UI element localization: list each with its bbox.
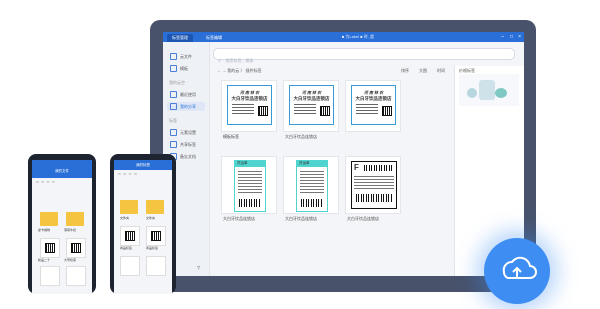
phone-right-item: 商品标签 [120,246,133,250]
sidebar-item-my-share[interactable]: 我的分享 [167,102,205,111]
express-label-preview: F [351,161,397,209]
sidebar-item-recent[interactable]: 最近使用 [167,90,205,99]
label-lines [356,104,378,116]
folder-icon[interactable] [120,200,138,214]
phone-left-screen: 我的文件 ▭ ▭ ▭ ▭ 摩卡咖啡 薄荷牛奶 新品二十 大号奶茶 [32,160,92,294]
phone-left-item: 新品二十 [38,258,51,262]
barcode [301,199,323,207]
share-icon [170,103,177,111]
breadcrumb: ← → 我的云 〉 插件标签 [217,68,262,73]
sort-button[interactable]: 排序 [401,68,409,74]
label-thumb[interactable] [146,256,166,276]
template-icon [170,65,177,73]
phone-left: 我的文件 ▭ ▭ ▭ ▭ 摩卡咖啡 薄荷牛奶 新品二十 大号奶茶 [28,154,96,294]
folder-icon[interactable] [146,200,164,214]
maximize-icon[interactable]: □ [510,33,513,41]
label-thumb[interactable] [40,266,60,286]
desktop-app-window: 标签管理 标签编辑 ■ 为Label ■ 时, 超 – □ × ⚲ 搜索标签、模… [163,32,524,276]
phone-left-item: 摩卡咖啡 [38,228,51,232]
sidebar-item-cloud[interactable]: 云文件 [167,52,205,61]
phone-left-header: 我的文件 [32,160,92,178]
cloud-icon [502,256,537,279]
label-thumb[interactable] [120,256,140,276]
barcode [239,199,261,207]
label-card[interactable]: 河 南 林 农 大白牙饮品连锁店 [221,80,277,132]
label-thumb[interactable] [120,226,140,246]
label-card-name: 大白牙饮品连锁店 [347,216,379,221]
time-button[interactable]: 时间 [437,68,445,74]
cloud-sync-badge [484,238,550,304]
shared-icon [170,141,177,149]
sidebar-section-cloud: 我的云空 [169,80,185,85]
label-printer-preview [459,74,519,106]
phone-left-tabs[interactable]: ▭ ▭ ▭ ▭ [36,180,88,186]
label-card-name: 大白牙饮品连锁店 [223,216,255,221]
label-thumb[interactable] [146,226,166,246]
window-title: ■ 为Label ■ 时, 超 [341,34,374,39]
label-thumb[interactable] [40,238,60,258]
phone-right-header: 我的标签 [114,160,172,170]
search-input[interactable]: ⚲ 搜索标签、模板 [213,48,515,63]
label-card-name: 大白牙饮品连锁店 [285,134,317,139]
label-card[interactable]: 河 南 林 农 大白牙饮品连锁店 [283,80,339,132]
barcode [356,194,392,202]
label-card[interactable]: F [345,156,401,214]
search-placeholder: 搜索标签、模板 [225,58,254,63]
help-icon[interactable]: ? [197,266,200,272]
element-icon [170,129,177,137]
view-button[interactable]: 大图 [419,68,427,74]
qr-code [382,106,392,116]
sidebar-item-elements[interactable]: 元素设置 [167,128,205,137]
label-preview: 河 南 林 农 大白牙饮品连锁店 [227,85,272,125]
tab-label-editor[interactable]: 标签编辑 [201,34,227,42]
shipping-label-preview: 货运单 [234,160,266,212]
back-arrow-icon[interactable]: ← → [217,68,227,73]
sidebar-section-label: 标签 [169,118,177,123]
label-card[interactable]: 货运单 [283,156,339,214]
qr-code [258,106,268,116]
label-card[interactable]: 河 南 林 农 大白牙饮品连锁店 [345,80,401,132]
label-preview: 河 南 林 农 大白牙饮品连锁店 [289,85,334,125]
search-icon: ⚲ [218,58,221,63]
phone-right-tabs[interactable]: ▭ ▭ ▭ ▭ [118,172,168,178]
label-card[interactable]: 货运单 [221,156,277,214]
phone-left-item: 大号奶茶 [64,258,77,262]
phone-right-item: 文件夹 [146,216,156,220]
label-preview: 河 南 林 农 大白牙饮品连锁店 [351,85,396,125]
folder-icon[interactable] [66,212,84,226]
qr-code [320,106,330,116]
label-thumb[interactable] [66,266,86,286]
label-lines [232,104,254,116]
title-bar: 标签管理 标签编辑 ■ 为Label ■ 时, 超 – □ × [163,32,524,42]
label-card-name: 模板标签 [223,134,239,139]
shipping-label-preview: 货运单 [296,160,328,212]
folder-icon [170,53,177,61]
close-icon[interactable]: × [518,33,521,41]
folder-icon[interactable] [40,212,58,226]
minimize-icon[interactable]: – [501,33,504,41]
label-thumb[interactable] [66,238,86,258]
phone-right: 我的标签 ▭ ▭ ▭ ▭ 文件夹 文件夹 商品标签 商品标签 [110,154,176,294]
label-lines [294,104,316,116]
tab-label-management[interactable]: 标签管理 [167,34,193,42]
phone-left-item: 薄荷牛奶 [64,228,77,232]
phone-right-item: 文件夹 [120,216,130,220]
phone-right-screen: 我的标签 ▭ ▭ ▭ ▭ 文件夹 文件夹 商品标签 商品标签 [114,160,172,294]
label-card-name: 大白牙饮品连锁店 [285,216,317,221]
phone-right-item: 商品标签 [146,246,159,250]
sidebar-item-template[interactable]: 模板 [167,64,205,73]
sidebar-item-shared-labels[interactable]: 共享标签 [167,140,205,149]
clock-icon [170,91,177,99]
